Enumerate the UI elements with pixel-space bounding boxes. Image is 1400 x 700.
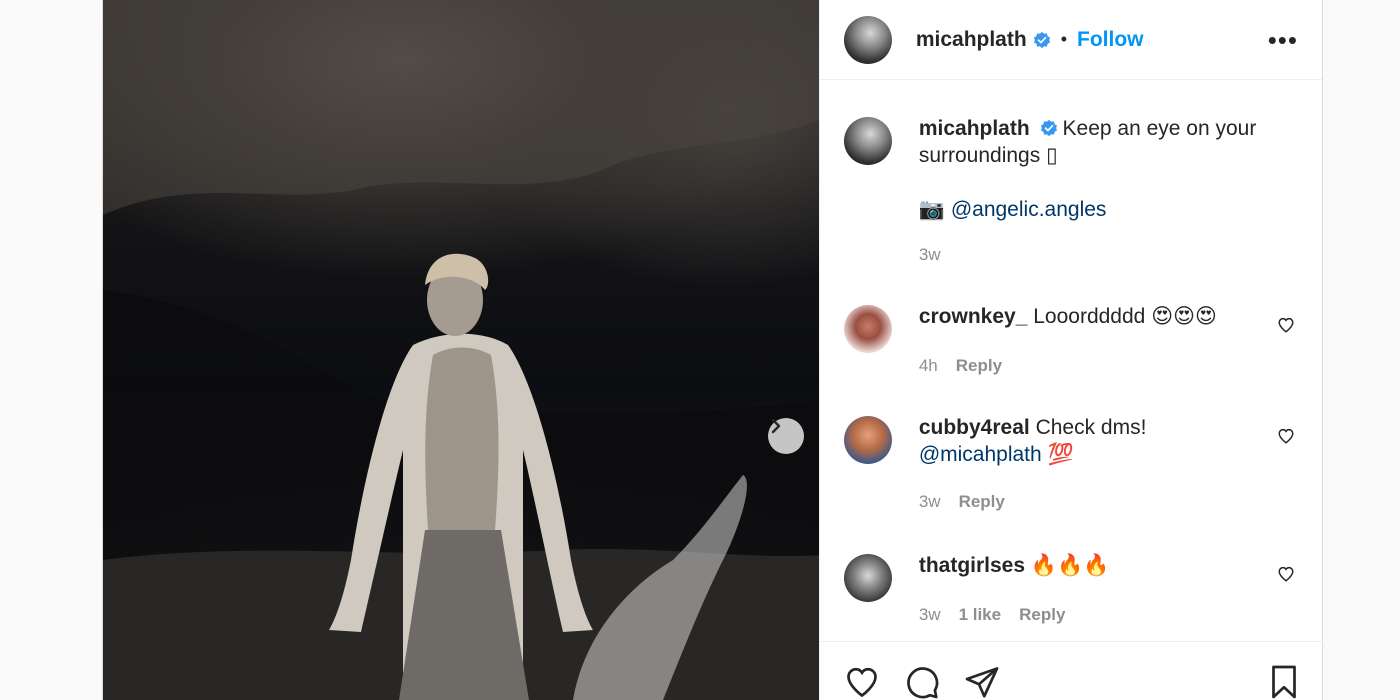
heart-icon[interactable] (1277, 565, 1295, 583)
comment-text: Check dms! (1035, 416, 1147, 439)
comment-body: cubby4real Check dms! @micahplath 💯 3w R… (919, 414, 1305, 515)
comment-time: 4h (918, 356, 938, 375)
comment-item: crownkey_ Looorddddd 😍😍😍 4h Reply (843, 303, 1305, 379)
reply-button[interactable]: Reply (1019, 601, 1065, 628)
reply-button[interactable]: Reply (956, 352, 1002, 379)
caption-mention-link[interactable]: @angelic.angles (951, 198, 1107, 221)
comment-item: thatgirlses 🔥🔥🔥 3w 1 like Reply (843, 552, 1305, 628)
caption: micahplath Keep an eye on your surroundi… (843, 115, 1305, 268)
caption-text-line1: Keep an eye on your (1062, 117, 1257, 140)
post-header: micahplath • Follow ••• (819, 0, 1322, 80)
follow-button[interactable]: Follow (1077, 28, 1144, 52)
commenter-avatar[interactable] (843, 416, 892, 464)
separator-dot: • (1060, 29, 1067, 49)
reply-button[interactable]: Reply (959, 488, 1005, 515)
comment-username[interactable]: cubby4real (919, 416, 1030, 439)
caption-text-line2: surroundings (918, 144, 1047, 167)
caption-username[interactable]: micahplath (919, 117, 1030, 140)
comment-body: thatgirlses 🔥🔥🔥 3w 1 like Reply (919, 552, 1305, 628)
comment-time: 3w (918, 492, 941, 511)
owner-avatar[interactable] (843, 15, 892, 64)
owner-username[interactable]: micahplath (916, 28, 1027, 52)
more-options-icon[interactable]: ••• (1268, 27, 1298, 53)
comment-body: crownkey_ Looorddddd 😍😍😍 4h Reply (919, 303, 1305, 379)
comment-text: Looorddddd (1033, 305, 1152, 328)
bookmark-icon[interactable] (1268, 664, 1300, 700)
comment-emoji: 💯 (1047, 443, 1074, 466)
chevron-right-icon (771, 418, 781, 434)
next-photo-button[interactable] (768, 418, 804, 454)
post-media[interactable] (103, 0, 819, 700)
comment-username[interactable]: crownkey_ (919, 305, 1028, 328)
likes-count[interactable]: 1 like (959, 601, 1002, 628)
comment-time: 3w (918, 605, 941, 624)
caption-body: micahplath Keep an eye on your surroundi… (919, 115, 1305, 268)
camera-emoji: 📷 (918, 198, 945, 221)
stage: micahplath • Follow ••• micahplath Keep … (0, 0, 1400, 700)
post-dialog: micahplath • Follow ••• micahplath Keep … (102, 0, 1323, 700)
comment-mention-link[interactable]: @micahplath (919, 443, 1042, 466)
verified-badge-icon (1033, 31, 1050, 48)
comments-list[interactable]: micahplath Keep an eye on your surroundi… (820, 81, 1323, 641)
commenter-avatar[interactable] (843, 554, 892, 602)
post-side-panel: micahplath • Follow ••• micahplath Keep … (818, 0, 1323, 700)
comment-item: cubby4real Check dms! @micahplath 💯 3w R… (843, 414, 1305, 515)
comment-emoji: 😍😍😍 (1151, 305, 1217, 328)
commenter-avatar[interactable] (843, 305, 892, 353)
comment-emoji: 🔥🔥🔥 (1030, 554, 1110, 577)
comment-username[interactable]: thatgirlses (919, 554, 1025, 577)
like-heart-icon[interactable] (844, 664, 880, 700)
verified-badge-icon (1040, 119, 1057, 137)
heart-icon[interactable] (1277, 427, 1295, 445)
post-actions (819, 641, 1323, 700)
comment-icon[interactable] (904, 664, 940, 700)
caption-missing-glyph: ▯ (1046, 144, 1058, 167)
caption-avatar[interactable] (843, 117, 892, 165)
heart-icon[interactable] (1277, 316, 1295, 334)
caption-time: 3w (918, 245, 941, 264)
post-photo (103, 0, 819, 700)
share-icon[interactable] (964, 664, 1000, 700)
